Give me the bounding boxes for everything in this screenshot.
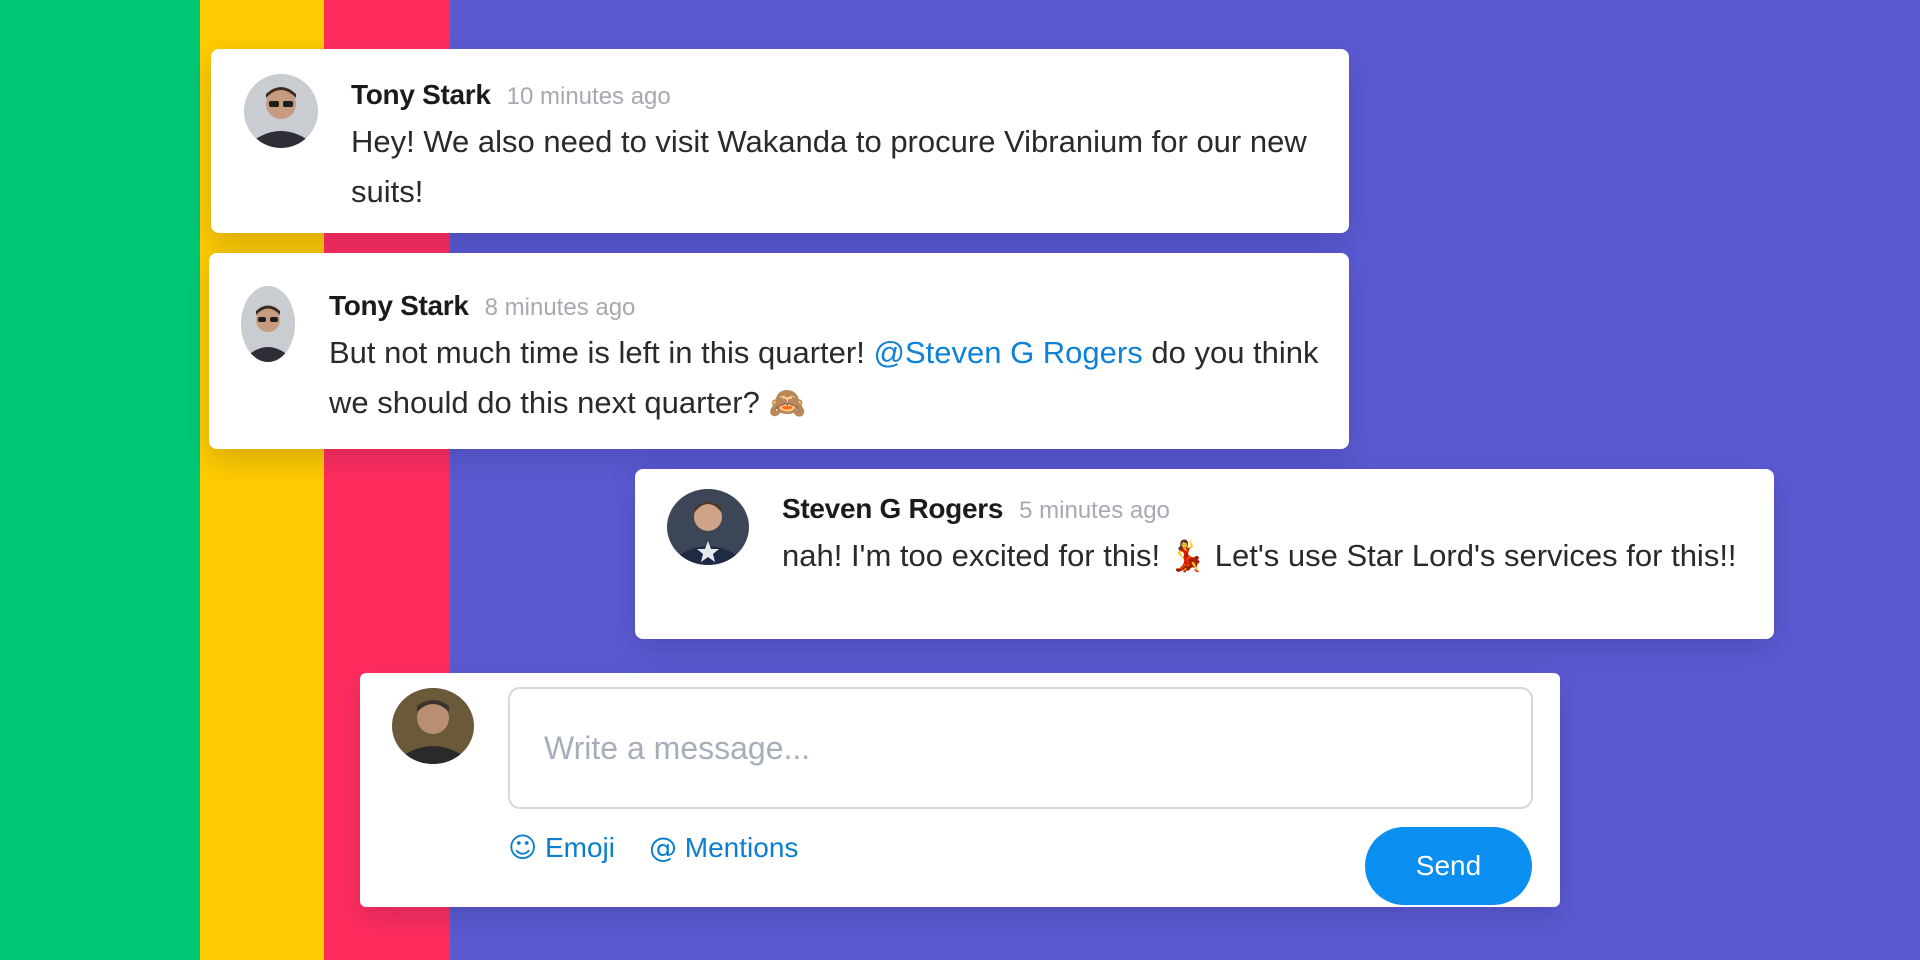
message-input[interactable] [510,689,1531,807]
message-card: Tony Stark 8 minutes ago But not much tim… [209,253,1349,449]
author-name: Tony Stark [351,79,491,110]
author-name: Steven G Rogers [782,493,1004,524]
current-user-avatar [392,688,474,764]
send-button[interactable]: Send [1365,827,1532,905]
avatar [244,74,318,148]
message-meta: Tony Stark 10 minutes ago [351,79,671,111]
avatar [667,489,749,565]
timestamp: 8 minutes ago [484,294,636,321]
message-text: Hey! We also need to visit Wakanda to pr… [351,124,1307,209]
message-text-part: But not much time is left in this quarte… [329,335,865,370]
green-stripe [0,0,200,960]
message-composer: ☺ Emoji @ Mentions Send [360,673,1560,907]
dancer-emoji: 💃 [1168,539,1207,574]
user-mention-link[interactable]: @Steven G Rogers [873,335,1142,370]
message-text: But not much time is left in this quarte… [329,328,1329,429]
mentions-button[interactable]: @ Mentions [649,831,798,864]
timestamp: 10 minutes ago [506,83,671,110]
message-card: Steven G Rogers 5 minutes ago nah! I'm to… [635,469,1774,639]
emoji-button-label: Emoji [544,832,615,863]
avatar [241,286,295,362]
smiley-icon: ☺ [508,831,538,864]
message-text-part: nah! I'm too excited for this! [782,538,1161,573]
message-meta: Steven G Rogers 5 minutes ago [782,493,1170,525]
at-sign-icon: @ [649,831,677,864]
message-text: nah! I'm too excited for this! 💃 Let's u… [782,531,1752,582]
see-no-evil-monkey-emoji: 🙈 [768,386,806,421]
message-meta: Tony Stark 8 minutes ago [329,290,635,322]
emoji-button[interactable]: ☺ Emoji [508,831,615,864]
message-card: Tony Stark 10 minutes ago Hey! We also ne… [211,49,1349,233]
mentions-button-label: Mentions [684,832,799,863]
message-text-part: Let's use Star Lord's services for this!… [1214,538,1737,573]
message-input-box[interactable] [508,687,1533,809]
timestamp: 5 minutes ago [1019,497,1170,524]
author-name: Tony Stark [329,290,469,321]
